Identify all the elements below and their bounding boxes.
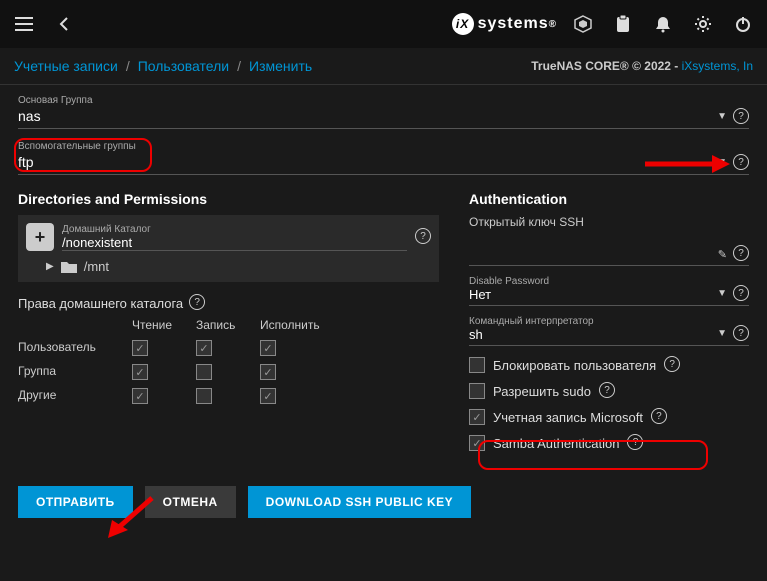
truecommand-icon[interactable] [569,10,597,38]
chevron-down-icon[interactable]: ▼ [717,288,727,299]
lock-user-checkbox[interactable] [469,357,485,373]
primary-group-field[interactable]: Основая Группа nas ▼ ? [18,95,749,129]
aux-groups-label: Вспомогательные группы [18,141,711,152]
folder-icon [60,260,78,274]
back-icon[interactable] [50,10,78,38]
help-icon[interactable]: ? [627,434,643,450]
disable-password-field[interactable]: Disable Password Нет ▼ ? [469,276,749,306]
footer-buttons: ОТПРАВИТЬ ОТМЕНА DOWNLOAD SSH PUBLIC KEY [0,470,767,534]
perm-other-write[interactable] [196,388,212,404]
gear-icon[interactable] [689,10,717,38]
chevron-down-icon[interactable]: ▼ [717,111,727,122]
home-perms-label: Права домашнего каталога ? [18,294,439,312]
breadcrumb-edit[interactable]: Изменить [249,58,312,74]
perm-group-exec[interactable] [260,364,276,380]
perm-user-exec[interactable] [260,340,276,356]
help-icon[interactable]: ? [651,408,667,424]
perm-group-read[interactable] [132,364,148,380]
section-title-dirs: Directories and Permissions [18,191,439,207]
home-directory-field[interactable]: Домашний Каталог /nonexistent [62,224,407,251]
ixsystems-logo: iXsystems® [452,13,557,35]
ms-account-row[interactable]: Учетная запись Microsoft ? [469,408,749,426]
shell-field[interactable]: Командный интерпретатор sh ▼ ? [469,316,749,346]
download-ssh-button[interactable]: DOWNLOAD SSH PUBLIC KEY [248,486,472,518]
submit-button[interactable]: ОТПРАВИТЬ [18,486,133,518]
help-icon[interactable]: ? [733,325,749,341]
primary-group-label: Основая Группа [18,95,711,106]
breadcrumb: Учетные записи / Пользователи / Изменить [14,58,312,74]
menu-icon[interactable] [10,10,38,38]
ssh-key-label: Открытый ключ SSH [469,215,749,229]
ssh-key-field[interactable]: ✎ ? [469,245,749,266]
aux-groups-value: ftp [18,152,711,172]
permit-sudo-row[interactable]: Разрешить sudo ? [469,382,749,400]
breadcrumb-users[interactable]: Пользователи [138,58,229,74]
lock-user-row[interactable]: Блокировать пользователя ? [469,356,749,374]
help-icon[interactable]: ? [733,245,749,261]
samba-checkbox[interactable] [469,435,485,451]
perm-other-read[interactable] [132,388,148,404]
perm-group-write[interactable] [196,364,212,380]
help-icon[interactable]: ? [415,228,431,244]
cancel-button[interactable]: ОТМЕНА [145,486,236,518]
primary-group-value: nas [18,106,711,126]
perm-user-write[interactable] [196,340,212,356]
pencil-icon[interactable]: ✎ [718,248,727,261]
clipboard-icon[interactable] [609,10,637,38]
permit-sudo-checkbox[interactable] [469,383,485,399]
help-icon[interactable]: ? [733,285,749,301]
help-icon[interactable]: ? [189,294,205,310]
aux-groups-field[interactable]: Вспомогательные группы ftp ▼ ? [18,141,749,175]
help-icon[interactable]: ? [733,108,749,124]
brand-line: TrueNAS CORE® © 2022 - iXsystems, In [531,59,753,73]
perm-user-read[interactable] [132,340,148,356]
add-path-button[interactable]: + [26,223,54,251]
chevron-down-icon[interactable]: ▼ [717,328,727,339]
chevron-down-icon[interactable]: ▼ [717,157,727,168]
breadcrumb-row: Учетные записи / Пользователи / Изменить… [0,48,767,85]
help-icon[interactable]: ? [733,154,749,170]
breadcrumb-accounts[interactable]: Учетные записи [14,58,118,74]
bell-icon[interactable] [649,10,677,38]
samba-row[interactable]: Samba Authentication ? [469,434,749,452]
perm-other-exec[interactable] [260,388,276,404]
ms-account-checkbox[interactable] [469,409,485,425]
power-icon[interactable] [729,10,757,38]
permissions-table: Чтение Запись Исполнить Пользователь Гру… [18,318,439,404]
ixsystems-link[interactable]: iXsystems, In [682,59,753,73]
caret-right-icon[interactable]: ▶ [46,261,54,272]
help-icon[interactable]: ? [664,356,680,372]
section-title-auth: Authentication [469,191,749,207]
home-directory-box: + Домашний Каталог /nonexistent ? ▶ /mnt [18,215,439,282]
topbar: iXsystems® [0,0,767,48]
folder-tree-row[interactable]: ▶ /mnt [26,259,431,274]
help-icon[interactable]: ? [599,382,615,398]
